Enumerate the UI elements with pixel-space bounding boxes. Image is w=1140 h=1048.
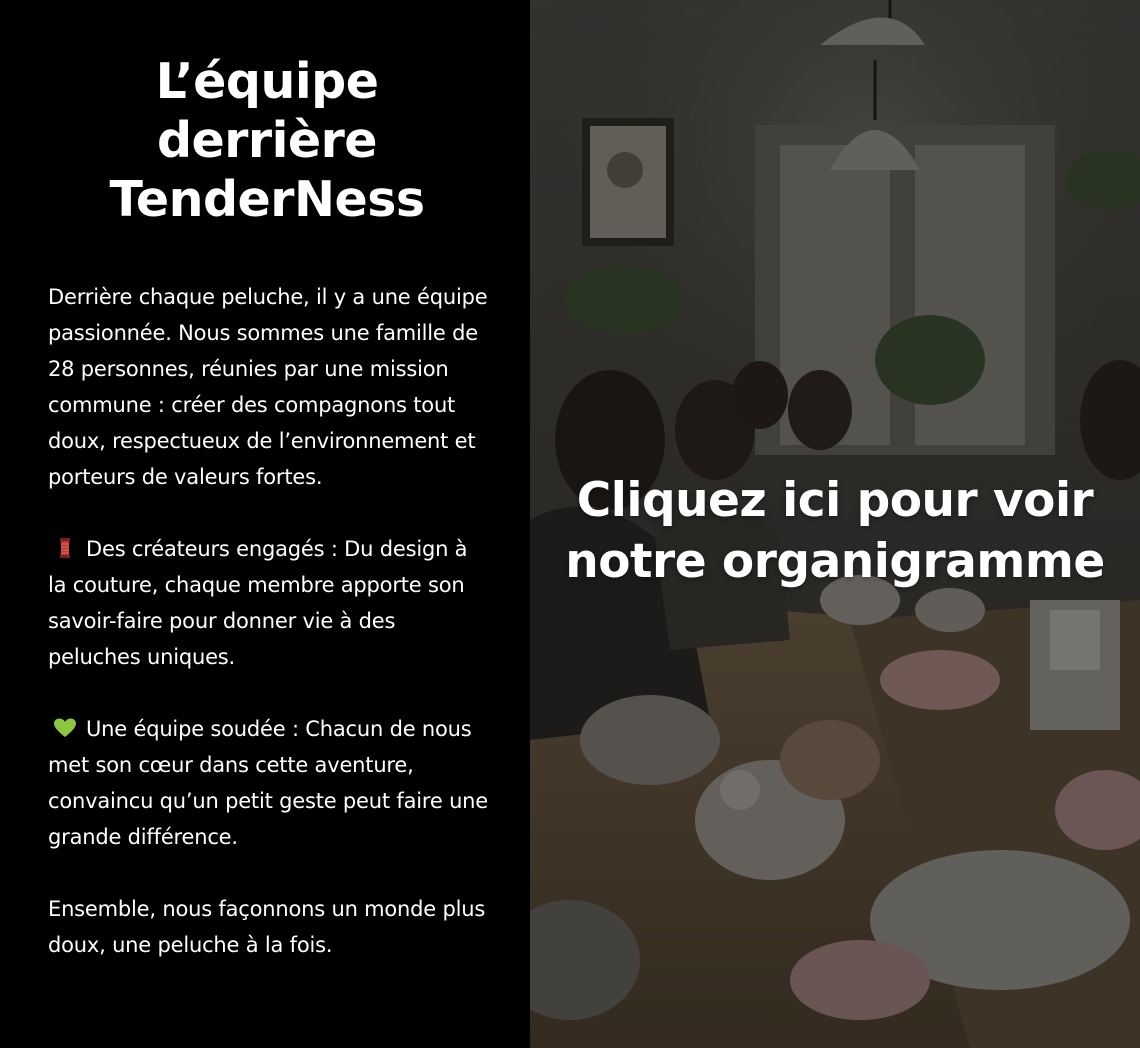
- org-chart-cta-line-2: notre organigramme: [565, 534, 1105, 589]
- thread-spool-icon: [52, 533, 78, 558]
- team-text: Une équipe soudée : Chacun de nous met s…: [48, 717, 489, 849]
- creators-paragraph: Des créateurs engagés : Du design à la c…: [48, 531, 490, 675]
- intro-paragraph: Derrière chaque peluche, il y a une équi…: [48, 285, 488, 489]
- title-line-3: TenderNess: [109, 171, 425, 228]
- team-paragraph: Une équipe soudée : Chacun de nous met s…: [48, 711, 490, 855]
- closing-paragraph: Ensemble, nous façonnons un monde plus d…: [48, 897, 486, 957]
- org-chart-link[interactable]: Cliquez ici pour voir notre organigramme: [530, 0, 1140, 1048]
- org-chart-cta[interactable]: Cliquez ici pour voir notre organigramme: [530, 470, 1140, 592]
- green-heart-icon: [52, 713, 78, 737]
- section-title: L’équipe derrière TenderNess: [48, 52, 490, 229]
- page: L’équipe derrière TenderNess Derrière ch…: [0, 0, 1140, 1048]
- team-text-panel: L’équipe derrière TenderNess Derrière ch…: [0, 0, 530, 1048]
- title-line-1: L’équipe: [155, 53, 379, 110]
- org-chart-cta-line-1: Cliquez ici pour voir: [576, 473, 1094, 528]
- title-line-2: derrière: [156, 112, 378, 169]
- team-description: Derrière chaque peluche, il y a une équi…: [48, 279, 490, 963]
- creators-text: Des créateurs engagés : Du design à la c…: [48, 537, 468, 669]
